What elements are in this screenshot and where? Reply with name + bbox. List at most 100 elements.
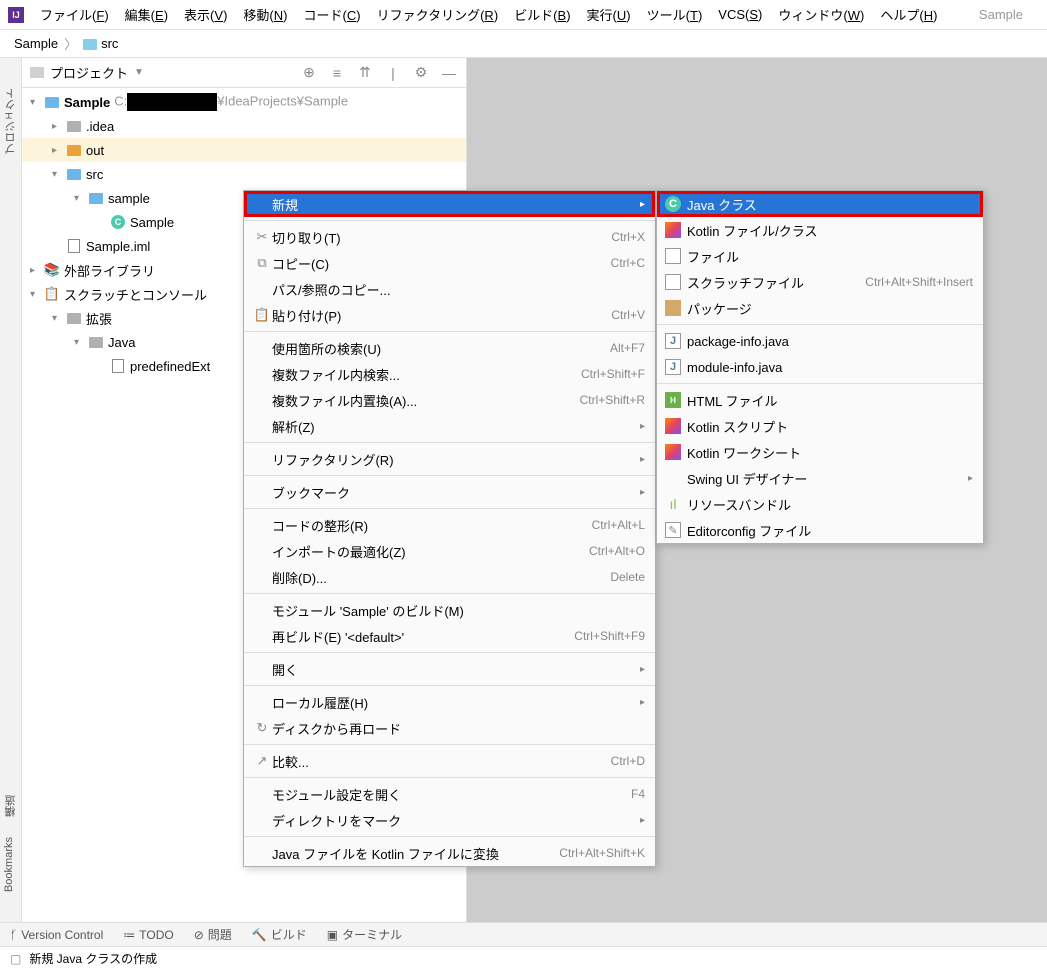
paste-icon: 📋 (252, 307, 272, 323)
ctx-find-in-files[interactable]: 複数ファイル内検索...Ctrl+Shift+F (244, 361, 655, 387)
chevron-right-icon[interactable]: ▸ (30, 265, 44, 276)
ctx-compare[interactable]: ↗比較...Ctrl+D (244, 748, 655, 774)
new-submenu: CJava クラス Kotlin ファイル/クラス ファイル スクラッチファイル… (656, 190, 984, 544)
sub-resource-bundle[interactable]: ılリソースバンドル (657, 491, 983, 517)
sub-kotlin-worksheet[interactable]: Kotlin ワークシート (657, 439, 983, 465)
ctx-analyze[interactable]: 解析(Z)▸ (244, 413, 655, 439)
menu-separator (244, 744, 655, 745)
todo-icon: ≔ (123, 928, 135, 942)
chevron-down-icon[interactable]: ▾ (30, 289, 44, 300)
ctx-paste[interactable]: 📋貼り付け(P)Ctrl+V (244, 302, 655, 328)
ctx-convert-kotlin[interactable]: Java ファイルを Kotlin ファイルに変換Ctrl+Alt+Shift+… (244, 840, 655, 866)
folder-icon (83, 39, 97, 50)
sidebar-toolbar: ⊕ ≡ ⇈ | ⚙ — (300, 64, 458, 82)
scratch-icon: 📋 (44, 287, 60, 301)
ctx-find-usages[interactable]: 使用箇所の検索(U)Alt+F7 (244, 335, 655, 361)
menu-vcs[interactable]: VCS(S) (710, 3, 770, 26)
expand-icon[interactable]: ≡ (328, 64, 346, 82)
menu-help[interactable]: ヘルプ(H) (872, 1, 945, 28)
ctx-copy-path[interactable]: パス/参照のコピー... (244, 276, 655, 302)
sub-scratch-file[interactable]: スクラッチファイルCtrl+Alt+Shift+Insert (657, 269, 983, 295)
sub-html-file[interactable]: HHTML ファイル (657, 387, 983, 413)
collapse-icon[interactable]: ⇈ (356, 64, 374, 82)
folder-icon (67, 313, 81, 324)
class-icon: C (111, 215, 125, 229)
ctx-copy[interactable]: ⧉コピー(C)Ctrl+C (244, 250, 655, 276)
chevron-down-icon[interactable]: ▾ (52, 169, 66, 180)
sub-file[interactable]: ファイル (657, 243, 983, 269)
menu-separator (244, 442, 655, 443)
folder-icon (89, 337, 103, 348)
chevron-down-icon[interactable]: ▾ (52, 313, 66, 324)
package-icon (89, 193, 103, 204)
tree-idea[interactable]: ▸ .idea (22, 114, 466, 138)
tab-todo[interactable]: ≔TODO (123, 928, 173, 942)
sub-package[interactable]: パッケージ (657, 295, 983, 321)
gear-icon[interactable]: ⚙ (412, 64, 430, 82)
sub-editorconfig[interactable]: ✎Editorconfig ファイル (657, 517, 983, 543)
sub-swing-ui[interactable]: Swing UI デザイナー▸ (657, 465, 983, 491)
tab-version-control[interactable]: ᚶVersion Control (10, 928, 103, 942)
ctx-reformat[interactable]: コードの整形(R)Ctrl+Alt+L (244, 512, 655, 538)
rail-project[interactable]: プロジェクト (3, 78, 19, 164)
menu-view[interactable]: 表示(V) (176, 1, 235, 28)
chevron-right-icon[interactable]: ▸ (52, 145, 66, 156)
hide-icon[interactable]: — (440, 64, 458, 82)
chevron-down-icon[interactable]: ▾ (74, 193, 88, 204)
ctx-replace-in-files[interactable]: 複数ファイル内置換(A)...Ctrl+Shift+R (244, 387, 655, 413)
sub-package-info[interactable]: Jpackage-info.java (657, 328, 983, 354)
ctx-module-settings[interactable]: モジュール設定を開くF4 (244, 781, 655, 807)
breadcrumb-root[interactable]: Sample (10, 34, 62, 53)
ctx-open[interactable]: 開く▸ (244, 656, 655, 682)
menu-navigate[interactable]: 移動(N) (235, 1, 295, 28)
ctx-cut[interactable]: ✂切り取り(T)Ctrl+X (244, 224, 655, 250)
dropdown-icon[interactable]: ▼ (134, 67, 144, 78)
tree-root-sample[interactable]: ▾ Sample C:¥IdeaProjects¥Sample (22, 90, 466, 114)
ctx-local-history[interactable]: ローカル履歴(H)▸ (244, 689, 655, 715)
ctx-reload-disk[interactable]: ↻ディスクから再ロード (244, 715, 655, 741)
sub-module-info[interactable]: Jmodule-info.java (657, 354, 983, 380)
rail-bookmarks[interactable]: Bookmarks (3, 827, 15, 902)
tab-build[interactable]: 🔨ビルド (252, 926, 307, 943)
sub-java-class[interactable]: CJava クラス (657, 191, 983, 217)
tree-src[interactable]: ▾ src (22, 162, 466, 186)
folder-icon (67, 121, 81, 132)
tree-out[interactable]: ▸ out (22, 138, 466, 162)
chevron-right-icon[interactable]: ▸ (52, 121, 66, 132)
menu-build[interactable]: ビルド(B) (506, 1, 578, 28)
breadcrumb-src[interactable]: src (79, 34, 122, 53)
ctx-mark-directory[interactable]: ディレクトリをマーク▸ (244, 807, 655, 833)
chevron-down-icon[interactable]: ▾ (30, 97, 44, 108)
menu-separator (657, 383, 983, 384)
menu-edit[interactable]: 編集(E) (117, 1, 176, 28)
menu-run[interactable]: 実行(U) (579, 1, 639, 28)
menu-file[interactable]: ファイル(F) (32, 1, 117, 28)
ctx-rebuild[interactable]: 再ビルド(E) '<default>'Ctrl+Shift+F9 (244, 623, 655, 649)
ctx-bookmark[interactable]: ブックマーク▸ (244, 479, 655, 505)
ctx-delete[interactable]: 削除(D)...Delete (244, 564, 655, 590)
menu-separator (244, 331, 655, 332)
ctx-refactor[interactable]: リファクタリング(R)▸ (244, 446, 655, 472)
menu-tools[interactable]: ツール(T) (639, 1, 711, 28)
compare-icon: ↗ (252, 753, 272, 769)
menu-code[interactable]: コード(C) (296, 1, 369, 28)
project-name-label: Sample (979, 7, 1023, 22)
sub-kotlin-script[interactable]: Kotlin スクリプト (657, 413, 983, 439)
copy-icon: ⧉ (252, 255, 272, 271)
locate-icon[interactable]: ⊕ (300, 64, 318, 82)
reload-icon: ↻ (252, 720, 272, 736)
sub-kotlin-file[interactable]: Kotlin ファイル/クラス (657, 217, 983, 243)
tab-terminal[interactable]: ▣ターミナル (327, 926, 402, 943)
project-view-icon (30, 67, 44, 78)
html-icon: H (665, 392, 681, 408)
ctx-new[interactable]: 新規▸ (244, 191, 655, 217)
sidebar-title[interactable]: プロジェクト (50, 63, 128, 82)
ctx-optimize-imports[interactable]: インポートの最適化(Z)Ctrl+Alt+O (244, 538, 655, 564)
tab-problems[interactable]: ⊘問題 (194, 926, 232, 943)
ctx-build-module[interactable]: モジュール 'Sample' のビルド(M) (244, 597, 655, 623)
rail-structure[interactable]: 構造 (3, 785, 19, 827)
chevron-down-icon[interactable]: ▾ (74, 337, 88, 348)
menu-window[interactable]: ウィンドウ(W) (770, 1, 872, 28)
menu-separator (244, 593, 655, 594)
menu-refactor[interactable]: リファクタリング(R) (369, 1, 507, 28)
